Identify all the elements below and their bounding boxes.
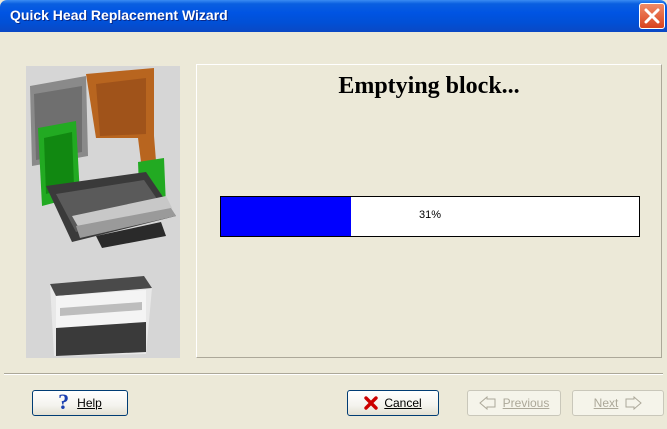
- help-label: Help: [77, 396, 102, 410]
- cancel-button[interactable]: Cancel: [347, 390, 439, 416]
- printhead-illustration: [26, 66, 180, 358]
- help-icon: ?: [58, 389, 70, 414]
- status-heading: Emptying block...: [338, 73, 520, 99]
- next-button[interactable]: Next: [572, 390, 664, 416]
- close-icon: [644, 8, 660, 24]
- title-bar[interactable]: Quick Head Replacement Wizard: [0, 0, 667, 32]
- separator: [4, 373, 663, 375]
- arrow-right-icon: [625, 396, 643, 410]
- cancel-label: Cancel: [384, 396, 422, 410]
- next-label: Next: [593, 396, 619, 410]
- wizard-window: Quick Head Replacement Wizard Emptying b…: [0, 0, 667, 429]
- previous-button[interactable]: Previous: [467, 390, 561, 416]
- progress-percent: 31%: [418, 209, 442, 221]
- cancel-x-icon: [364, 396, 379, 410]
- content-panel: Emptying block... 31%: [196, 64, 662, 358]
- previous-label: Previous: [502, 396, 550, 410]
- window-title: Quick Head Replacement Wizard: [10, 7, 228, 23]
- help-button[interactable]: ? Help: [32, 390, 128, 416]
- close-button[interactable]: [639, 3, 665, 29]
- arrow-left-icon: [478, 396, 496, 410]
- progress-bar: 31%: [220, 196, 640, 237]
